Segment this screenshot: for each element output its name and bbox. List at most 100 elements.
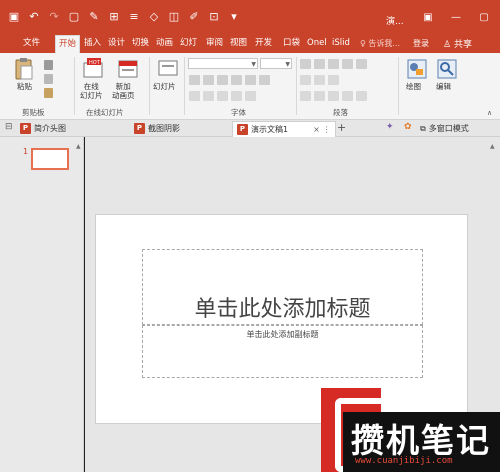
drawing-label[interactable]: 绘图 bbox=[406, 82, 421, 91]
align-text-icon[interactable] bbox=[314, 74, 325, 85]
settings-icon[interactable]: ✿ bbox=[404, 122, 412, 132]
new-icon[interactable]: ▢ bbox=[64, 8, 84, 26]
save-icon[interactable]: ▣ bbox=[4, 8, 24, 26]
spacing-icon[interactable] bbox=[245, 74, 256, 85]
font-name-combo[interactable]: ▼ bbox=[188, 58, 258, 69]
new-animation-page-icon[interactable] bbox=[116, 57, 140, 81]
powerpoint-icon: P bbox=[134, 123, 145, 134]
redo-icon[interactable]: ↷ bbox=[44, 8, 64, 26]
maximize-icon[interactable]: ▢ bbox=[470, 10, 498, 26]
doc-tab-active[interactable]: P 演示文稿1 × ⋮ bbox=[232, 121, 336, 137]
numbering-icon[interactable] bbox=[314, 58, 325, 69]
new-tab-icon[interactable]: + bbox=[337, 121, 346, 134]
align-center-icon[interactable] bbox=[314, 90, 325, 101]
case-icon[interactable] bbox=[259, 74, 270, 85]
indent-icon[interactable] bbox=[342, 58, 353, 69]
more-options-icon[interactable]: ⋮ bbox=[323, 125, 331, 134]
italic-icon[interactable] bbox=[203, 74, 214, 85]
paste-icon[interactable] bbox=[12, 57, 36, 81]
font-size-combo[interactable]: ▼ bbox=[260, 58, 292, 69]
online-slides-group: HOT 在线 幻灯片 新加 动画页 在线幻灯片 bbox=[76, 53, 148, 120]
slide-thumbnail[interactable] bbox=[31, 148, 69, 170]
shapes-icon[interactable]: ◇ bbox=[144, 8, 164, 26]
tab-view[interactable]: 视图 bbox=[230, 36, 247, 53]
line-spacing-icon[interactable] bbox=[356, 58, 367, 69]
format-painter-icon[interactable]: ✎ bbox=[84, 8, 104, 26]
tab-design[interactable]: 设计 bbox=[108, 36, 125, 53]
minimize-icon[interactable]: — bbox=[442, 10, 470, 26]
tab-review[interactable]: 审阅 bbox=[206, 36, 223, 53]
online-slides-label[interactable]: 在线 幻灯片 bbox=[80, 82, 103, 100]
subtitle-placeholder[interactable]: 单击此处添加副标题 bbox=[142, 325, 423, 378]
drawing-icon[interactable] bbox=[405, 57, 429, 81]
document-title: 演... bbox=[386, 17, 404, 27]
text-direction-icon[interactable] bbox=[300, 74, 311, 85]
tab-file[interactable]: 文件 bbox=[23, 36, 40, 53]
align-left-icon[interactable] bbox=[300, 90, 311, 101]
tab-developer[interactable]: 开发 bbox=[255, 36, 272, 53]
outdent-icon[interactable] bbox=[328, 58, 339, 69]
doc-tab[interactable]: P 截图阴影 bbox=[134, 121, 180, 136]
powerpoint-icon: P bbox=[20, 123, 31, 134]
clipboard-history-icon[interactable]: ⊟ bbox=[5, 122, 13, 132]
justify-icon[interactable] bbox=[342, 90, 353, 101]
scroll-up-arrow-icon[interactable]: ▲ bbox=[76, 143, 81, 150]
copy-button[interactable] bbox=[44, 73, 53, 84]
align-row bbox=[300, 90, 367, 101]
paste-icon[interactable]: ◫ bbox=[164, 8, 184, 26]
brush-icon[interactable]: ✐ bbox=[184, 8, 204, 26]
multi-window-toggle[interactable]: ⧉ 多窗口模式 bbox=[420, 121, 469, 136]
slides-label[interactable]: 幻灯片 bbox=[153, 82, 176, 91]
shrink-font-icon[interactable] bbox=[231, 90, 242, 101]
group-divider bbox=[74, 57, 75, 115]
customize-icon[interactable]: ⊞ bbox=[104, 8, 124, 26]
paste-label[interactable]: 粘贴 bbox=[17, 82, 32, 91]
login-link[interactable]: 登录 bbox=[413, 38, 429, 49]
scroll-up-arrow-icon[interactable]: ▲ bbox=[490, 143, 495, 150]
bullets-icon[interactable] bbox=[300, 58, 311, 69]
collapse-ribbon-icon[interactable]: ∧ bbox=[487, 109, 492, 117]
search-icon[interactable] bbox=[435, 57, 459, 81]
grid-icon[interactable]: ⊡ bbox=[204, 8, 224, 26]
clear-format-icon[interactable] bbox=[245, 90, 256, 101]
watermark-text: 攒机笔记 bbox=[351, 421, 491, 460]
undo-icon[interactable]: ↶ bbox=[24, 8, 44, 26]
title-placeholder-text: 单击此处添加标题 bbox=[194, 297, 371, 322]
align-icon[interactable]: ≡ bbox=[124, 8, 144, 26]
grow-font-icon[interactable] bbox=[217, 90, 228, 101]
addin-icon[interactable]: ✦ bbox=[386, 122, 394, 132]
editing-label[interactable]: 编辑 bbox=[436, 82, 451, 91]
tab-pocket[interactable]: 口袋 bbox=[283, 36, 300, 53]
powerpoint-icon: P bbox=[237, 124, 248, 135]
strikethrough-icon[interactable] bbox=[231, 74, 242, 85]
tab-animations[interactable]: 动画 bbox=[156, 36, 173, 53]
doc-tab[interactable]: P 简介头图 bbox=[20, 121, 66, 136]
more-icon[interactable]: ▾ bbox=[224, 8, 244, 26]
tab-slideshow[interactable]: 幻灯 bbox=[180, 36, 197, 53]
online-slides-icon[interactable]: HOT bbox=[82, 57, 106, 81]
format-painter-button[interactable] bbox=[44, 87, 53, 98]
align-right-icon[interactable] bbox=[328, 90, 339, 101]
drawing-editing-group: 绘图 编辑 ∧ bbox=[399, 53, 500, 120]
tab-transitions[interactable]: 切换 bbox=[132, 36, 149, 53]
tab-islide[interactable]: iSlid bbox=[332, 36, 350, 53]
cut-button[interactable] bbox=[44, 59, 53, 70]
font-color-icon[interactable] bbox=[203, 90, 214, 101]
slides-icon[interactable] bbox=[156, 57, 180, 81]
underline-icon[interactable] bbox=[217, 74, 228, 85]
online-slides-group-label: 在线幻灯片 bbox=[86, 108, 124, 117]
title-placeholder[interactable]: 单击此处添加标题 bbox=[142, 249, 423, 325]
paragraph-group-label: 段落 bbox=[333, 108, 348, 117]
tab-home[interactable]: 开始 bbox=[55, 35, 81, 53]
bold-icon[interactable] bbox=[189, 74, 200, 85]
close-icon[interactable]: × bbox=[313, 125, 320, 134]
new-animation-page-label[interactable]: 新加 动画页 bbox=[112, 82, 135, 100]
share-button[interactable]: ♙ 共享 bbox=[443, 37, 472, 50]
smartart-icon[interactable] bbox=[328, 74, 339, 85]
columns-icon[interactable] bbox=[356, 90, 367, 101]
highlight-icon[interactable] bbox=[189, 90, 200, 101]
tab-onekey[interactable]: Onel bbox=[307, 36, 327, 53]
tab-insert[interactable]: 插入 bbox=[84, 36, 101, 53]
ribbon-display-icon[interactable]: ▣ bbox=[414, 10, 442, 26]
tell-me-box[interactable]: ♀ 告诉我... bbox=[360, 38, 400, 49]
